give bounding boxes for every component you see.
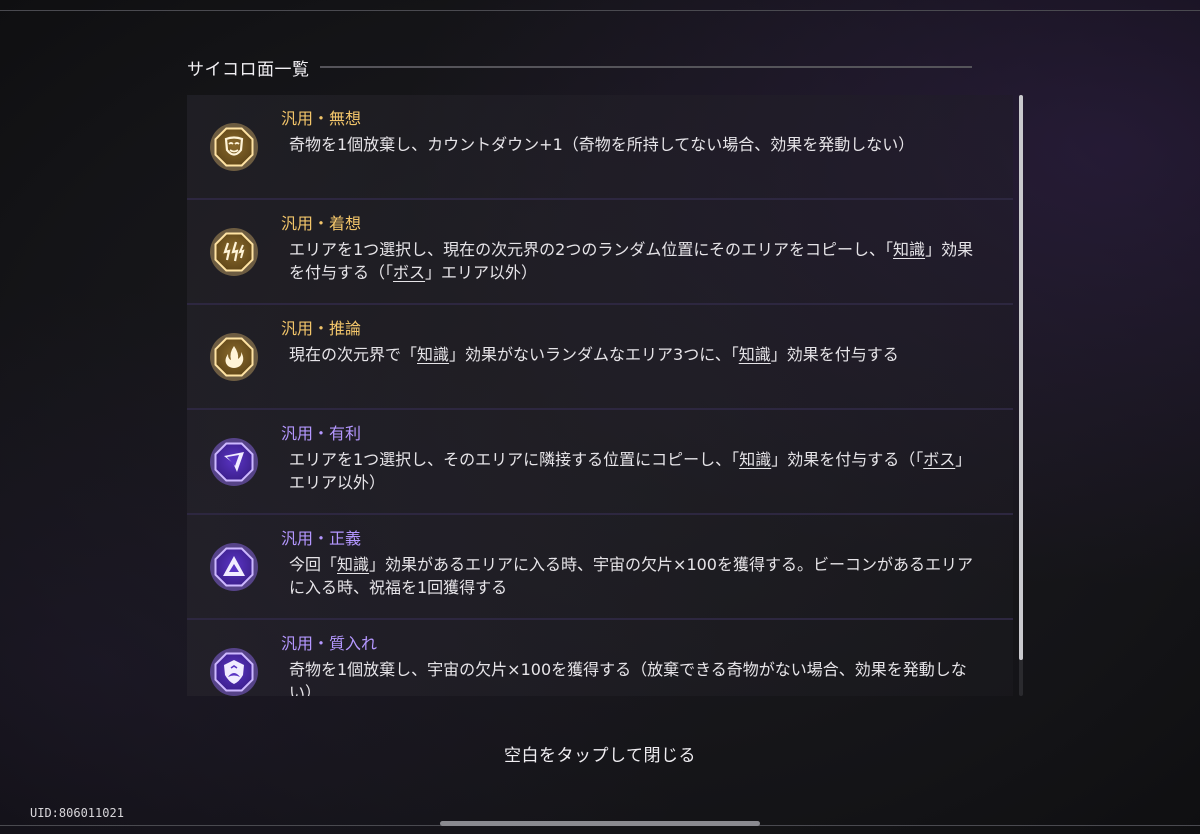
- dice-face-list[interactable]: 汎用・無想奇物を1個放棄し、カウントダウン+1（奇物を所持してない場合、効果を発…: [187, 95, 1013, 696]
- dice-face-description: 奇物を1個放棄し、カウントダウン+1（奇物を所持してない場合、効果を発動しない）: [289, 135, 915, 154]
- dice-face-description: 奇物を1個放棄し、宇宙の欠片×100を獲得する（放棄できる奇物がない場合、効果を…: [289, 660, 967, 696]
- mask-icon: [209, 122, 259, 172]
- dice-face-name: 汎用・無想: [281, 109, 362, 128]
- panel-header: サイコロ面一覧: [187, 54, 972, 80]
- triangle-icon: [209, 542, 259, 592]
- home-indicator[interactable]: [440, 821, 760, 826]
- shield-icon: [209, 647, 259, 696]
- dice-face-description: エリアを1つ選択し、現在の次元界の2つのランダム位置にそのエリアをコピーし、「知…: [289, 240, 974, 282]
- dice-face-row[interactable]: 汎用・推論現在の次元界で「知識」効果がないランダムなエリア3つに、「知識」効果を…: [187, 305, 1013, 410]
- uid-label: UID:806011021: [30, 806, 124, 820]
- scrollbar-thumb[interactable]: [1019, 95, 1023, 660]
- sparks-icon: [209, 227, 259, 277]
- dice-face-row[interactable]: 汎用・質入れ奇物を1個放棄し、宇宙の欠片×100を獲得する（放棄できる奇物がない…: [187, 620, 1013, 696]
- shard-icon: [209, 437, 259, 487]
- dice-face-row[interactable]: 汎用・無想奇物を1個放棄し、カウントダウン+1（奇物を所持してない場合、効果を発…: [187, 95, 1013, 200]
- dice-face-name: 汎用・着想: [281, 214, 362, 233]
- close-hint[interactable]: 空白をタップして閉じる: [0, 741, 1200, 766]
- dice-face-description: 今回「知識」効果があるエリアに入る時、宇宙の欠片×100を獲得する。ビーコンがあ…: [289, 555, 973, 597]
- panel-title: サイコロ面一覧: [187, 59, 310, 80]
- scrollbar[interactable]: [1019, 95, 1023, 696]
- dice-face-description: エリアを1つ選択し、そのエリアに隣接する位置にコピーし、「知識」効果を付与する（…: [289, 450, 972, 492]
- dice-face-name: 汎用・有利: [281, 424, 362, 443]
- dice-face-name: 汎用・正義: [281, 529, 362, 548]
- dice-face-row[interactable]: 汎用・正義今回「知識」効果があるエリアに入る時、宇宙の欠片×100を獲得する。ビ…: [187, 515, 1013, 620]
- flame-icon: [209, 332, 259, 382]
- dice-face-row[interactable]: 汎用・有利エリアを1つ選択し、そのエリアに隣接する位置にコピーし、「知識」効果を…: [187, 410, 1013, 515]
- top-border: [0, 10, 1200, 11]
- title-divider: [319, 66, 972, 68]
- dice-face-description: 現在の次元界で「知識」効果がないランダムなエリア3つに、「知識」効果を付与する: [289, 345, 899, 364]
- dice-face-row[interactable]: 汎用・着想エリアを1つ選択し、現在の次元界の2つのランダム位置にそのエリアをコピ…: [187, 200, 1013, 305]
- dice-face-name: 汎用・質入れ: [281, 634, 378, 653]
- dice-face-name: 汎用・推論: [281, 319, 362, 338]
